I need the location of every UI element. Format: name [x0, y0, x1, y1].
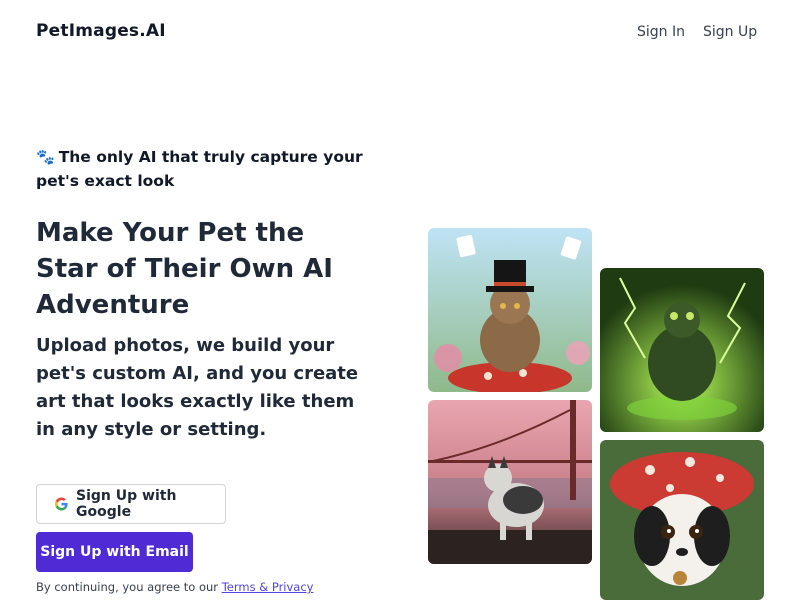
brand-logo[interactable]: PetImages.AI — [36, 21, 166, 41]
hero-headline: Make Your Pet the Star of Their Own AI A… — [36, 218, 333, 320]
paw-prints-icon: 🐾 — [36, 148, 55, 166]
husky-golden-gate-image — [428, 400, 592, 564]
frog-lightning-image — [600, 268, 764, 432]
legal-notice: By continuing, you agree to our Terms & … — [36, 580, 313, 594]
google-g-icon — [55, 497, 68, 511]
top-navigation: PetImages.AI Sign In Sign Up — [0, 0, 800, 64]
legal-prefix: By continuing, you agree to our — [36, 580, 219, 594]
hero-subtext: Upload photos, we build your pet's custo… — [36, 335, 359, 440]
sign-up-google-button[interactable]: Sign Up with Google — [36, 484, 226, 524]
puppy-mushroom-hat-image — [600, 440, 764, 600]
sign-in-link[interactable]: Sign In — [637, 24, 685, 40]
cat-top-hat-image — [428, 228, 592, 392]
google-button-label: Sign Up with Google — [76, 488, 177, 520]
tagline-text: The only AI that truly capture your pet'… — [36, 148, 363, 190]
terms-privacy-link[interactable]: Terms & Privacy — [222, 580, 314, 594]
sign-up-link[interactable]: Sign Up — [703, 24, 757, 40]
hero-tagline: 🐾 The only AI that truly capture your pet… — [36, 145, 381, 193]
sign-up-email-button[interactable]: Sign Up with Email — [36, 532, 193, 572]
